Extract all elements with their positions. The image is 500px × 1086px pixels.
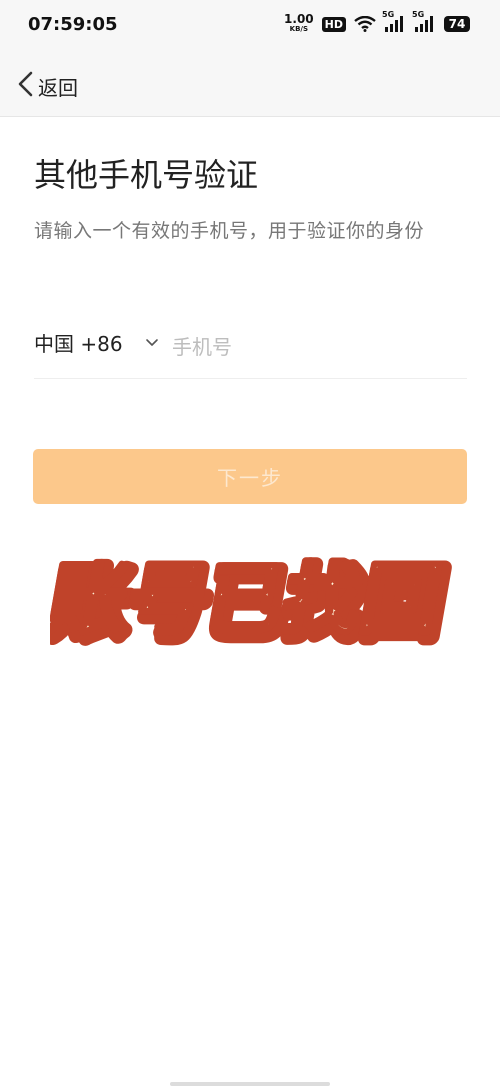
phone-form-row: 中国 +86 [34, 320, 467, 379]
page-subtitle: 请输入一个有效的手机号，用于验证你的身份 [34, 220, 425, 242]
overlay-text-main: 账号已找回 [50, 554, 448, 645]
account-recovered-overlay: 账号已找回 账号已找回 [39, 540, 460, 657]
signal-icon-2: 5G [412, 10, 436, 32]
status-icons: 1.00 KB/S HD 5G 5G 74 [284, 10, 470, 34]
signal-label-2: 5G [412, 10, 425, 19]
signal-label-1: 5G [382, 10, 395, 19]
network-speed-value: 1.00 [284, 12, 314, 26]
phone-number-input[interactable] [172, 330, 452, 364]
status-bar: 07:59:05 1.00 KB/S HD 5G 5G 74 [0, 0, 500, 56]
hd-badge: HD [321, 16, 346, 32]
signal-icon-1: 5G [382, 10, 406, 32]
back-label: 返回 [38, 75, 78, 100]
back-button[interactable]: 返回 [16, 70, 78, 102]
home-indicator [170, 1082, 330, 1086]
chevron-down-icon [145, 333, 159, 352]
page-title: 其他手机号验证 [34, 156, 259, 194]
chevron-left-icon [16, 70, 34, 102]
country-code-label: 中国 +86 [34, 332, 123, 356]
country-code-select[interactable]: 中国 +86 [34, 328, 159, 357]
battery-indicator: 74 [444, 16, 470, 32]
nav-bar: 返回 [0, 56, 500, 117]
next-step-button[interactable]: 下一步 [33, 449, 467, 504]
network-speed: 1.00 KB/S [284, 12, 314, 34]
network-speed-unit: KB/S [289, 25, 309, 33]
wifi-icon [354, 16, 376, 32]
status-time: 07:59:05 [28, 14, 118, 35]
